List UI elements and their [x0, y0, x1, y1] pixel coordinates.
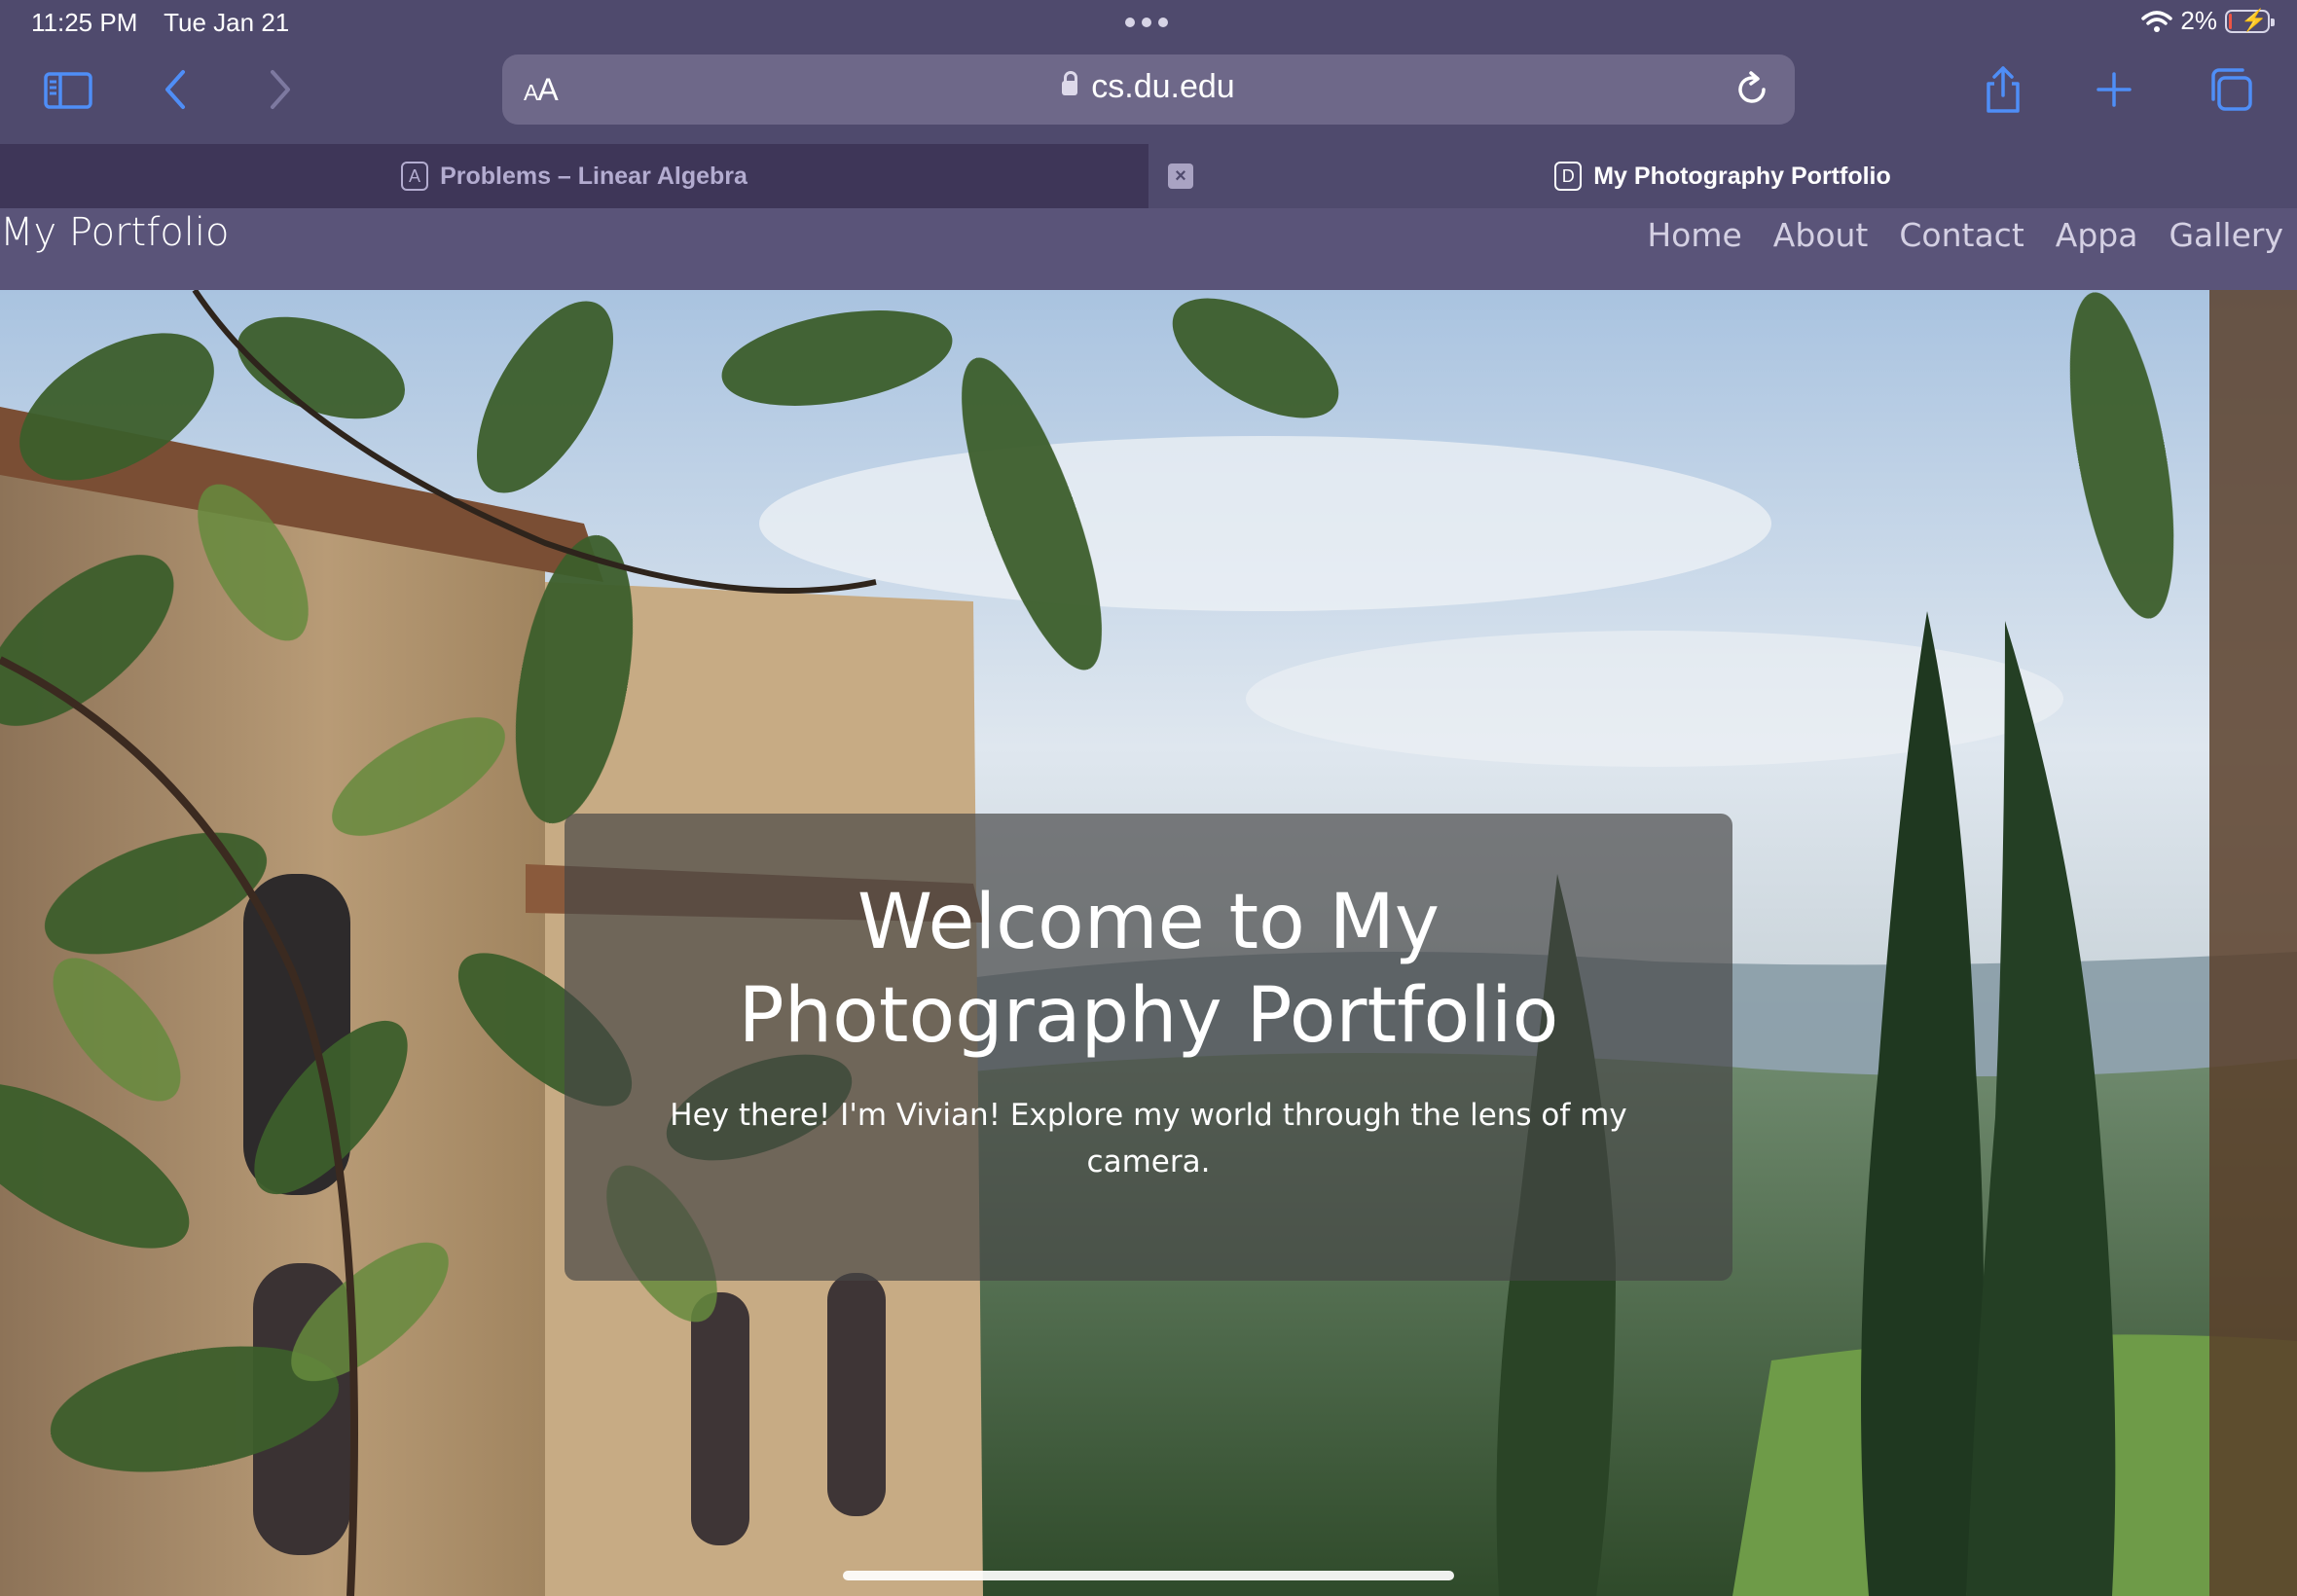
- hero-section: Welcome to My Photography Portfolio Hey …: [0, 290, 2297, 1596]
- home-indicator[interactable]: [843, 1571, 1454, 1580]
- nav-link-contact[interactable]: Contact: [1899, 216, 2024, 254]
- hero-card: Welcome to My Photography Portfolio Hey …: [565, 814, 1732, 1281]
- new-tab-button[interactable]: [2085, 60, 2143, 119]
- sidebar-button[interactable]: [39, 60, 97, 119]
- tab-title: My Photography Portfolio: [1593, 162, 1891, 190]
- reload-icon[interactable]: [1732, 70, 1771, 109]
- tabs-overview-icon: [2211, 68, 2252, 111]
- hero-subtitle: Hey there! I'm Vivian! Explore my world …: [670, 1098, 1627, 1179]
- share-icon: [1987, 66, 2020, 113]
- nav-link-appa[interactable]: Appa: [2056, 216, 2138, 254]
- back-icon: [165, 70, 185, 109]
- status-right: 2% ⚡: [2141, 6, 2275, 36]
- hero-title: Welcome to My Photography Portfolio: [738, 879, 1559, 1060]
- ipad-screen: 11:25 PM Tue Jan 21 2% ⚡ AA cs.du.edu A …: [0, 0, 2297, 1596]
- forward-icon: [271, 70, 290, 109]
- tab-bar: A Problems – Linear Algebra × D My Photo…: [0, 144, 2297, 208]
- browser-chrome: 11:25 PM Tue Jan 21 2% ⚡ AA cs.du.edu: [0, 0, 2297, 144]
- tab-title: Problems – Linear Algebra: [440, 162, 747, 190]
- tab-favicon: D: [1554, 162, 1583, 191]
- nav-link-home[interactable]: Home: [1647, 216, 1741, 254]
- tab-photography-portfolio[interactable]: × D My Photography Portfolio: [1148, 144, 2297, 208]
- nav-link-gallery[interactable]: Gallery: [2169, 216, 2283, 254]
- site-navbar: My Portfolio Home About Contact Appa Gal…: [0, 208, 2297, 290]
- sidebar-icon: [44, 72, 92, 109]
- tab-linear-algebra[interactable]: A Problems – Linear Algebra: [0, 144, 1148, 208]
- status-date: Tue Jan 21: [164, 8, 290, 37]
- web-page: My Portfolio Home About Contact Appa Gal…: [0, 208, 2297, 1596]
- battery-icon: ⚡: [2225, 8, 2275, 33]
- new-tab-icon: [2096, 72, 2132, 107]
- tab-favicon: A: [401, 162, 429, 191]
- nav-link-about[interactable]: About: [1773, 216, 1869, 254]
- battery-percent: 2%: [2180, 6, 2217, 35]
- share-button[interactable]: [1974, 60, 2032, 119]
- close-tab-icon[interactable]: ×: [1168, 163, 1193, 189]
- address-bar[interactable]: AA cs.du.edu: [502, 54, 1795, 125]
- lock-icon: [1062, 71, 1078, 95]
- forward-button[interactable]: [249, 60, 308, 119]
- site-brand-link[interactable]: My Portfolio: [0, 210, 229, 255]
- tabs-overview-button[interactable]: [2202, 60, 2260, 119]
- url-text: cs.du.edu: [1091, 68, 1235, 105]
- site-nav: Home About Contact Appa Gallery: [1647, 216, 2283, 254]
- back-button[interactable]: [148, 60, 206, 119]
- status-time: 11:25 PM: [31, 8, 138, 37]
- multitasking-dots-icon[interactable]: [1125, 18, 1168, 27]
- url-field[interactable]: cs.du.edu: [502, 68, 1795, 106]
- wifi-icon: [2141, 10, 2173, 32]
- status-time-date: 11:25 PM Tue Jan 21: [31, 8, 309, 38]
